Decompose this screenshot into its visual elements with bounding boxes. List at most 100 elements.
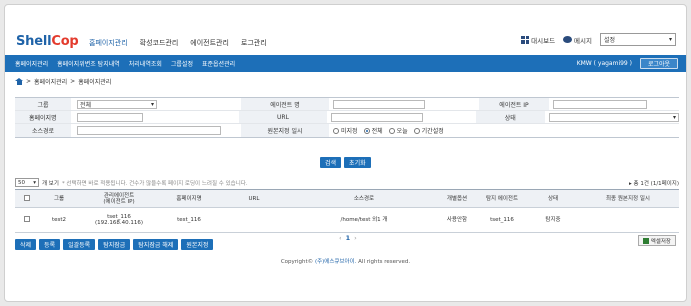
form-row: 소스경로 원본지정 일시 미지정 전체 오늘 기간설정 <box>15 124 679 137</box>
page-size-suffix: 개 보기 <box>42 180 59 187</box>
detect-unlock-button[interactable]: 탐지잠금 해제 <box>133 239 179 250</box>
breadcrumb: > 홈페이지관리 > 홈페이지관리 <box>15 77 111 86</box>
cell-last-date <box>577 207 679 233</box>
register-button[interactable]: 등록 <box>39 239 61 250</box>
nav-standard-options[interactable]: 표준옵션관리 <box>202 59 235 68</box>
logout-button[interactable]: 로그아웃 <box>640 58 678 69</box>
url-input[interactable] <box>330 112 423 122</box>
radio-period[interactable]: 기간설정 <box>413 126 444 135</box>
cell-group: test2 <box>39 207 79 233</box>
radio-checked-icon <box>363 127 370 134</box>
top-menu-homepage[interactable]: 홈페이지관리 <box>89 38 128 48</box>
status-label: 상태 <box>475 111 546 123</box>
main-nav: 홈페이지관리 홈페이지위변조 탐지내역 처리내역조회 그룹설정 표준옵션관리 K… <box>5 55 686 72</box>
chevron-down-icon: ▾ <box>673 113 677 121</box>
action-buttons: 삭제 등록 일괄등록 탐지잠금 탐지잠금 해제 원본지정 <box>15 239 214 250</box>
bulk-register-button[interactable]: 일괄등록 <box>63 239 96 250</box>
group-select[interactable]: 전체 ▾ <box>77 99 157 109</box>
cell-source: /home/test 외1 개 <box>289 207 439 233</box>
col-source[interactable]: 소스경로 <box>289 189 439 208</box>
chevron-down-icon: ▾ <box>668 36 672 43</box>
breadcrumb-sep-icon: > <box>26 78 32 85</box>
col-status[interactable]: 상태 <box>529 189 577 208</box>
radio-unassigned[interactable]: 미지정 <box>333 126 358 135</box>
top-menu-agent[interactable]: 에이전트관리 <box>190 38 229 48</box>
form-row: 그룹 전체 ▾ 에이전트 명 에이전트 IP <box>15 98 679 111</box>
table-row[interactable]: test2 tset_116 (192.168.40.116) test_116 … <box>15 207 679 233</box>
radio-icon <box>333 127 339 134</box>
source-path-input[interactable] <box>77 126 221 135</box>
nav-group-settings[interactable]: 그룹설정 <box>171 59 193 68</box>
message-icon <box>563 36 573 43</box>
shellcop-logo[interactable]: ShellCop <box>16 34 79 49</box>
cell-option: 사용안함 <box>439 207 475 233</box>
search-button[interactable]: 검색 <box>320 157 342 168</box>
nav-homepage[interactable]: 홈페이지관리 <box>15 59 48 68</box>
user-name: KMW ( yagami99 ) <box>576 60 632 67</box>
message-link[interactable]: 메시지 <box>563 35 592 45</box>
footer-copyright: Copyright© (주)에스큐브아이. All rights reserve… <box>280 259 411 265</box>
agent-name-input[interactable] <box>333 99 425 109</box>
group-label: 그룹 <box>15 98 71 110</box>
agent-ip-input[interactable] <box>553 99 647 109</box>
nav-history[interactable]: 처리내역조회 <box>129 59 162 68</box>
excel-save-button[interactable]: 엑셀저장 <box>637 235 676 246</box>
delete-button[interactable]: 삭제 <box>15 239 37 250</box>
breadcrumb-sep-icon: > <box>70 78 76 85</box>
top-right-tools: 대시보드 메시지 설정 ▾ <box>521 33 676 46</box>
top-menu: 홈페이지관리 확성코드관리 에이전트관리 로그관리 <box>89 38 267 48</box>
cell-url <box>219 207 289 233</box>
list-controls: 50 ▾ 개 보기 * 선택하면 바로 적용됩니다. 건수가 많을수록 페이지 로… <box>15 178 679 187</box>
detect-lock-button[interactable]: 탐지잠금 <box>98 239 131 250</box>
radio-all[interactable]: 전체 <box>363 126 383 135</box>
page-size-select[interactable]: 50 ▾ <box>15 178 39 187</box>
homepage-name-label: 홈페이지명 <box>15 111 71 123</box>
excel-icon <box>642 237 649 244</box>
table-header-row: 그룹 관리에이전트 (에이전트 IP) 홈페이지명 URL 소스경로 개별옵션 … <box>15 189 679 208</box>
search-buttons: 검색 초기화 <box>320 157 371 168</box>
col-option[interactable]: 개별옵션 <box>439 189 475 208</box>
cell-agent: tset_116 (192.168.40.116) <box>79 207 159 233</box>
status-select[interactable]: ▾ <box>549 112 680 122</box>
row-checkbox[interactable] <box>24 216 30 222</box>
prev-page-icon[interactable]: ‹ <box>339 234 342 242</box>
top-menu-log[interactable]: 로그관리 <box>241 38 267 48</box>
home-icon[interactable] <box>15 78 23 85</box>
cell-homepage[interactable]: test_116 <box>159 207 219 233</box>
dashboard-icon <box>521 35 530 44</box>
col-homepage[interactable]: 홈페이지명 <box>159 189 219 208</box>
next-page-icon[interactable]: › <box>354 234 357 242</box>
cell-detect-agent: tset_116 <box>475 207 529 233</box>
col-last-date[interactable]: 최종 원본지정 일시 <box>577 189 679 208</box>
settings-select[interactable]: 설정 ▾ <box>600 33 676 46</box>
form-row: 홈페이지명 URL 상태 ▾ <box>15 111 680 124</box>
col-url[interactable]: URL <box>219 189 289 208</box>
top-menu-activation-code[interactable]: 확성코드관리 <box>140 38 179 48</box>
chevron-down-icon: ▾ <box>33 179 36 186</box>
page-size-note: * 선택하면 바로 적용됩니다. 건수가 많을수록 페이지 로딩이 느려질 수 … <box>61 180 248 187</box>
homepage-table: 그룹 관리에이전트 (에이전트 IP) 홈페이지명 URL 소스경로 개별옵션 … <box>15 189 679 233</box>
app-window: ShellCop 홈페이지관리 확성코드관리 에이전트관리 로그관리 대시보드 … <box>4 4 687 302</box>
breadcrumb-second[interactable]: 홈페이지관리 <box>78 77 111 86</box>
col-detect-agent[interactable]: 탐지 에이전트 <box>475 189 529 208</box>
chevron-down-icon: ▾ <box>150 100 154 108</box>
set-original-button[interactable]: 원본지정 <box>181 239 214 250</box>
dashboard-link[interactable]: 대시보드 <box>521 35 555 45</box>
page-number[interactable]: 1 <box>346 234 351 242</box>
source-path-label: 소스경로 <box>15 124 71 137</box>
select-all-checkbox[interactable] <box>24 194 30 201</box>
reset-button[interactable]: 초기화 <box>344 157 371 168</box>
radio-today[interactable]: 오늘 <box>388 126 408 135</box>
url-label: URL <box>239 111 327 123</box>
homepage-name-input[interactable] <box>76 112 143 122</box>
original-date-label: 원본지정 일시 <box>241 124 329 137</box>
agent-name-label: 에이전트 명 <box>241 98 329 110</box>
total-count: ▸ 총 1건 (1/1페이지) <box>629 180 679 187</box>
col-group[interactable]: 그룹 <box>39 189 79 208</box>
nav-tamper-detection[interactable]: 홈페이지위변조 탐지내역 <box>57 59 120 68</box>
col-agent[interactable]: 관리에이전트 (에이전트 IP) <box>79 189 159 208</box>
radio-icon <box>388 127 395 134</box>
top-header: ShellCop 홈페이지관리 확성코드관리 에이전트관리 로그관리 대시보드 … <box>5 5 686 53</box>
agent-ip-label: 에이전트 IP <box>479 98 549 110</box>
breadcrumb-first[interactable]: 홈페이지관리 <box>34 77 67 86</box>
